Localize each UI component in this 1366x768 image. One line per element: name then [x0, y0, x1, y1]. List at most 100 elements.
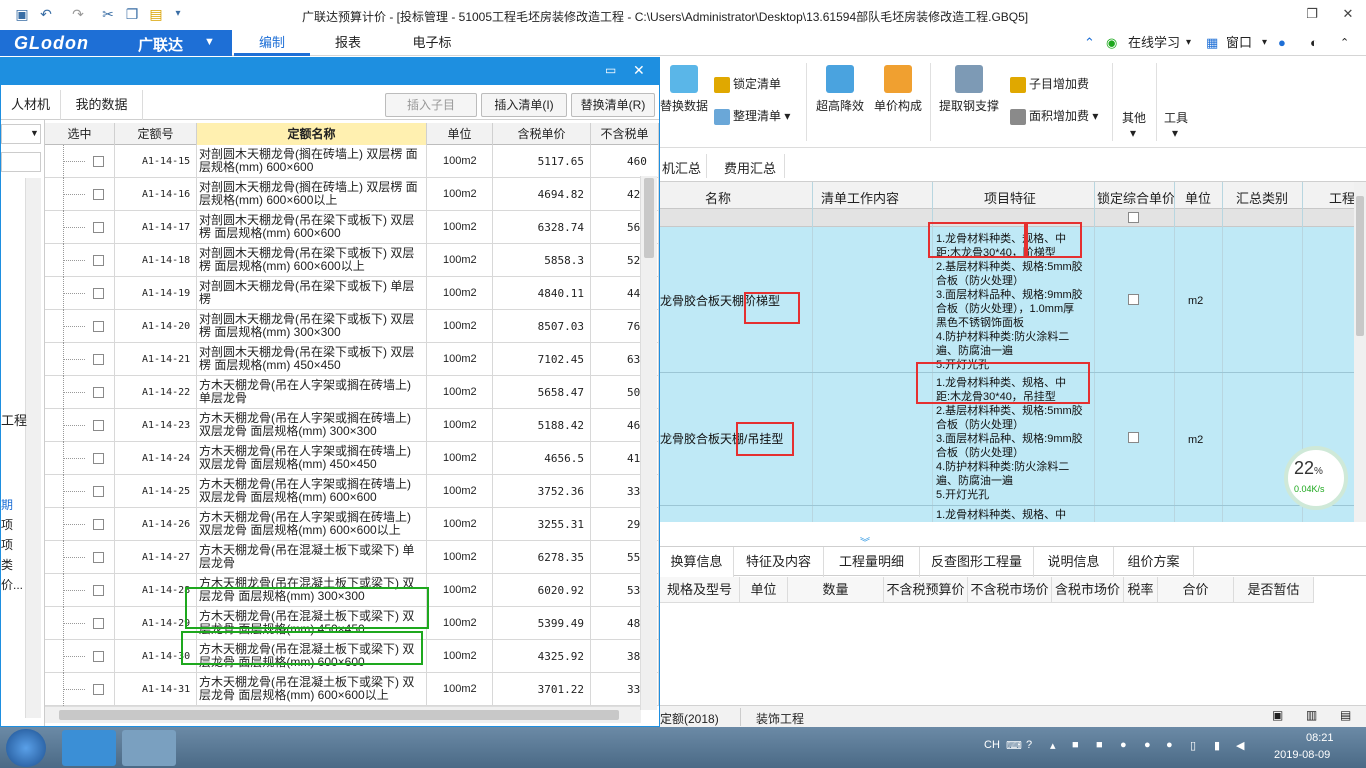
- extract-steel-support-button[interactable]: 提取钢支撑: [936, 65, 1002, 114]
- select-cell[interactable]: [45, 145, 115, 178]
- quota-code-cell[interactable]: A1-14-31: [115, 673, 197, 706]
- select-cell[interactable]: [45, 310, 115, 343]
- tax-price-cell[interactable]: 4840.11: [493, 277, 591, 310]
- table-horizontal-scrollbar[interactable]: [45, 706, 641, 723]
- col-tax-market-price[interactable]: 含税市场价: [1052, 577, 1124, 603]
- unit-cell[interactable]: 100m2: [427, 640, 493, 673]
- close-button[interactable]: ✕: [1336, 4, 1360, 24]
- tax-price-cell[interactable]: 3752.36: [493, 475, 591, 508]
- select-cell[interactable]: [45, 178, 115, 211]
- view-split-icon[interactable]: ▥: [1306, 708, 1317, 722]
- row-checkbox[interactable]: [93, 618, 104, 629]
- col-market-price[interactable]: 不含税市场价: [968, 577, 1052, 603]
- tab-fee-summary[interactable]: 费用汇总: [724, 158, 776, 177]
- other-button[interactable]: 其他 ▾: [1122, 109, 1146, 140]
- quota-code-cell[interactable]: A1-14-16: [115, 178, 197, 211]
- row-checkbox[interactable]: [93, 222, 104, 233]
- maximize-icon[interactable]: ▭: [605, 63, 616, 77]
- col-untaxed-price[interactable]: 不含税单: [591, 123, 659, 145]
- expand-icon[interactable]: ⌃: [1340, 34, 1349, 52]
- select-cell[interactable]: [45, 508, 115, 541]
- quota-name-cell[interactable]: 方木天棚龙骨(吊在混凝土板下或梁下) 双层龙骨 面层规格(mm) 600×600…: [197, 673, 427, 706]
- quota-name-cell[interactable]: 对剖圆木天棚龙骨(吊在梁下或板下) 双层楞 面层规格(mm) 600×600: [197, 211, 427, 244]
- col-selected[interactable]: 选中: [45, 123, 115, 145]
- col-tax-price[interactable]: 含税单价: [493, 123, 591, 145]
- tab-quantity-detail[interactable]: 工程量明细: [824, 547, 920, 577]
- unit-cell[interactable]: 100m2: [427, 145, 493, 178]
- tab-machine-summary[interactable]: 机汇总: [662, 158, 701, 177]
- tree-scrollbar[interactable]: [25, 178, 41, 718]
- tray-app-icon[interactable]: ●: [1144, 739, 1151, 751]
- collapse-ribbon-icon[interactable]: ⌃: [1084, 34, 1095, 52]
- quota-code-cell[interactable]: A1-14-20: [115, 310, 197, 343]
- tray-app-icon[interactable]: ■: [1072, 739, 1079, 751]
- row-checkbox[interactable]: [93, 453, 104, 464]
- unit-cell[interactable]: 100m2: [427, 607, 493, 640]
- select-cell[interactable]: [45, 244, 115, 277]
- tax-price-cell[interactable]: 7102.45: [493, 343, 591, 376]
- quota-code-cell[interactable]: A1-14-23: [115, 409, 197, 442]
- sub-item-add-button[interactable]: 子目增加费: [1010, 75, 1089, 93]
- tray-app-icon[interactable]: ■: [1096, 739, 1103, 751]
- help-icon[interactable]: ◐: [1310, 34, 1318, 52]
- organize-list-button[interactable]: 整理清单 ▾: [714, 107, 790, 125]
- col-unit[interactable]: 单位: [1178, 188, 1218, 207]
- unit-cell[interactable]: 100m2: [427, 475, 493, 508]
- tax-price-cell[interactable]: 4325.92: [493, 640, 591, 673]
- select-cell[interactable]: [45, 574, 115, 607]
- tree-item-fragment[interactable]: 价...: [1, 576, 23, 593]
- select-cell[interactable]: [45, 343, 115, 376]
- tax-price-cell[interactable]: 4694.82: [493, 178, 591, 211]
- quota-name-cell[interactable]: 对剖圆木天棚龙骨(搁在砖墙上) 双层楞 面层规格(mm) 600×600: [197, 145, 427, 178]
- tab-description[interactable]: 说明信息: [1034, 547, 1114, 577]
- cut-icon[interactable]: ✂: [100, 6, 116, 22]
- quota-code-cell[interactable]: A1-14-19: [115, 277, 197, 310]
- tax-price-cell[interactable]: 3255.31: [493, 508, 591, 541]
- tab-features-content[interactable]: 特征及内容: [734, 547, 824, 577]
- area-add-button[interactable]: 面积增加费 ▾: [1010, 107, 1098, 125]
- col-spec[interactable]: 规格及型号: [660, 577, 740, 603]
- tax-price-cell[interactable]: 5658.47: [493, 376, 591, 409]
- replace-data-button[interactable]: 替换数据: [660, 65, 708, 114]
- copy-icon[interactable]: ❐: [124, 6, 140, 22]
- quota-code-cell[interactable]: A1-14-24: [115, 442, 197, 475]
- col-project[interactable]: 工程: [1322, 188, 1354, 207]
- tree-item-fragment[interactable]: 类: [1, 556, 13, 573]
- row-checkbox[interactable]: [93, 321, 104, 332]
- save-icon[interactable]: ▣: [14, 6, 30, 22]
- unit-cell[interactable]: 100m2: [427, 211, 493, 244]
- tab-labor-material-machine[interactable]: 人材机: [1, 90, 61, 120]
- row-checkbox[interactable]: [93, 288, 104, 299]
- quota-code-cell[interactable]: A1-14-27: [115, 541, 197, 574]
- table-row[interactable]: A1-14-15 对剖圆木天棚龙骨(搁在砖墙上) 双层楞 面层规格(mm) 600…: [45, 145, 659, 178]
- table-row[interactable]: A1-14-26 方木天棚龙骨(吊在人字架或搁在砖墙上) 双层龙骨 面层规格(mm…: [45, 508, 659, 541]
- select-cell[interactable]: [45, 277, 115, 310]
- col-unit[interactable]: 单位: [427, 123, 493, 145]
- tree-item-fragment[interactable]: 期: [1, 496, 13, 513]
- quota-name-cell[interactable]: 方木天棚龙骨(吊在人字架或搁在砖墙上) 双层龙骨 面层规格(mm) 600×60…: [197, 508, 427, 541]
- user-icon[interactable]: ●: [1278, 34, 1286, 52]
- tab-pricing-plan[interactable]: 组价方案: [1114, 547, 1194, 577]
- insert-child-button[interactable]: 插入子目: [385, 93, 477, 117]
- table-row[interactable]: A1-14-20 对剖圆木天棚龙骨(吊在梁下或板下) 双层楞 面层规格(mm) 3…: [45, 310, 659, 343]
- tray-app-icon[interactable]: ▯: [1190, 739, 1196, 752]
- quota-name-cell[interactable]: 对剖圆木天棚龙骨(吊在梁下或板下) 双层楞 面层规格(mm) 300×300: [197, 310, 427, 343]
- untaxed-price-cell[interactable]: 460: [591, 145, 659, 178]
- select-cell[interactable]: [45, 475, 115, 508]
- col-quota-name[interactable]: 定额名称: [197, 123, 427, 145]
- col-tax-rate[interactable]: 税率: [1124, 577, 1158, 603]
- tax-price-cell[interactable]: 5117.65: [493, 145, 591, 178]
- online-learning-button[interactable]: 在线学习: [1128, 34, 1180, 52]
- quota-name-cell[interactable]: 方木天棚龙骨(吊在人字架或搁在砖墙上) 双层龙骨 面层规格(mm) 450×45…: [197, 442, 427, 475]
- row3-features[interactable]: 1.龙骨材料种类、规格、中: [936, 508, 1094, 522]
- tools-button[interactable]: 工具 ▾: [1164, 109, 1188, 140]
- col-provisional[interactable]: 是否暂估: [1234, 577, 1314, 603]
- select-cell[interactable]: [45, 376, 115, 409]
- taskbar-app[interactable]: [122, 730, 176, 766]
- row-checkbox[interactable]: [93, 420, 104, 431]
- clock-date[interactable]: 2019-08-09: [1274, 749, 1330, 761]
- tree-item-fragment[interactable]: 项: [1, 516, 13, 533]
- grid-vertical-scrollbar[interactable]: [1354, 182, 1366, 522]
- row-checkbox[interactable]: [93, 354, 104, 365]
- paste-icon[interactable]: ▤: [148, 6, 164, 22]
